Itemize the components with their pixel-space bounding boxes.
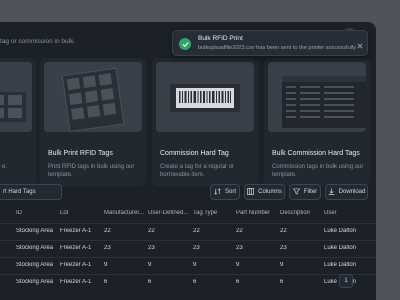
card-description: Print RFID tags in bulk using our templa… bbox=[48, 164, 135, 178]
app-window: tag or commission in bulk. e. Bulk Print… bbox=[0, 22, 376, 300]
header-lot[interactable]: Lot bbox=[60, 210, 68, 216]
cell-lot: Freezer A-1 bbox=[60, 228, 92, 234]
sort-button[interactable]: Sort bbox=[210, 184, 240, 200]
header-manufacturer[interactable]: Manufacturer... bbox=[104, 210, 144, 216]
cell-user-defined: 23 bbox=[148, 245, 155, 251]
cell-description: 23 bbox=[280, 245, 287, 251]
cell-tag-type: 22 bbox=[193, 228, 200, 234]
header-id[interactable]: ID bbox=[16, 210, 22, 216]
action-card-0[interactable]: e. bbox=[0, 58, 36, 186]
cell-manufacturer: 6 bbox=[104, 279, 108, 285]
sort-label: Sort bbox=[225, 189, 237, 195]
cell-id: Stocking Area bbox=[16, 279, 54, 285]
header-tag-type[interactable]: Tag Type bbox=[193, 210, 217, 216]
cell-tag-type: 6 bbox=[193, 279, 197, 285]
card-thumbnail bbox=[268, 62, 366, 132]
cell-id: Stocking Area bbox=[16, 245, 54, 251]
cell-part-number: 23 bbox=[236, 245, 243, 251]
sort-icon bbox=[214, 187, 221, 197]
toast-message: bulkuploadfile2023.csv has been sent to … bbox=[198, 45, 356, 51]
filter-label: Filter bbox=[303, 189, 318, 195]
cell-lot: Freezer A-1 bbox=[60, 279, 92, 285]
cell-user: Luke Dalton bbox=[324, 228, 357, 234]
cell-user: Luke Dalton bbox=[324, 245, 357, 251]
page-subtitle: tag or commission in bulk. bbox=[0, 38, 76, 45]
header-description[interactable]: Description bbox=[280, 210, 310, 216]
cell-user: Luke Dalton bbox=[324, 262, 357, 268]
cell-part-number: 6 bbox=[236, 279, 240, 285]
import-hard-tags-label: rt Hard Tags bbox=[3, 189, 36, 195]
card-thumbnail bbox=[44, 62, 142, 132]
download-icon bbox=[328, 187, 335, 197]
card-title: Bulk Commission Hard Tags bbox=[272, 150, 360, 157]
pagination-current-page[interactable]: 1 bbox=[339, 274, 353, 288]
cell-tag-type: 9 bbox=[193, 262, 197, 268]
cell-user-defined: 9 bbox=[148, 262, 152, 268]
cell-tag-type: 23 bbox=[193, 245, 200, 251]
check-circle-icon bbox=[179, 38, 191, 50]
table-header-row: ID Lot Manufacturer... User-Defined... T… bbox=[0, 206, 376, 223]
action-card-bulk-print-rfid[interactable]: Bulk Print RFID Tags Print RFID tags in … bbox=[40, 58, 146, 186]
columns-label: Columns bbox=[258, 189, 282, 195]
table-row[interactable]: Stocking Area Freezer A-1 23 23 23 23 23… bbox=[0, 240, 376, 257]
cell-part-number: 9 bbox=[236, 262, 240, 268]
cell-description: 6 bbox=[280, 279, 284, 285]
download-button[interactable]: Download bbox=[325, 184, 368, 200]
cell-user-defined: 22 bbox=[148, 228, 155, 234]
close-icon[interactable] bbox=[357, 36, 363, 49]
card-thumbnail bbox=[156, 62, 254, 132]
action-card-commission-hard-tag[interactable]: Commission Hard Tag Create a tag for a r… bbox=[152, 58, 258, 186]
cell-manufacturer: 9 bbox=[104, 262, 108, 268]
cell-user-defined: 6 bbox=[148, 279, 152, 285]
header-user[interactable]: User bbox=[324, 210, 337, 216]
columns-icon bbox=[247, 187, 255, 197]
card-title: Commission Hard Tag bbox=[160, 150, 229, 157]
cell-lot: Freezer A-1 bbox=[60, 245, 92, 251]
cell-description: 22 bbox=[280, 228, 287, 234]
columns-button[interactable]: Columns bbox=[244, 184, 285, 200]
card-description: Commission tags in bulk using our templa… bbox=[272, 164, 364, 178]
cell-id: Stocking Area bbox=[16, 262, 54, 268]
card-thumbnail bbox=[0, 62, 32, 132]
header-part-number[interactable]: Part Number bbox=[236, 210, 270, 216]
cell-manufacturer: 23 bbox=[104, 245, 111, 251]
import-hard-tags-button[interactable]: rt Hard Tags bbox=[0, 184, 62, 200]
cell-description: 9 bbox=[280, 262, 284, 268]
cell-manufacturer: 22 bbox=[104, 228, 111, 234]
table-row[interactable]: Stocking Area Freezer A-1 22 22 22 22 22… bbox=[0, 223, 376, 240]
filter-icon bbox=[292, 188, 301, 197]
download-label: Download bbox=[338, 189, 366, 195]
table-row[interactable]: Stocking Area Freezer A-1 6 6 6 6 6 Luke… bbox=[0, 274, 376, 291]
action-card-bulk-commission[interactable]: Bulk Commission Hard Tags Commission tag… bbox=[264, 58, 370, 186]
cell-part-number: 22 bbox=[236, 228, 243, 234]
cell-id: Stocking Area bbox=[16, 228, 54, 234]
header-user-defined[interactable]: User-Defined... bbox=[148, 210, 190, 216]
card-title: Bulk Print RFID Tags bbox=[48, 150, 113, 157]
toast-notification: Bulk RFID Print bulkuploadfile2023.csv h… bbox=[172, 30, 368, 56]
toast-title: Bulk RFID Print bbox=[198, 35, 243, 42]
card-description: Create a tag for a regular or borrowable… bbox=[160, 164, 235, 178]
table-row[interactable]: Stocking Area Freezer A-1 9 9 9 9 9 Luke… bbox=[0, 257, 376, 274]
filter-button[interactable]: Filter bbox=[289, 184, 321, 200]
cell-lot: Freezer A-1 bbox=[60, 262, 92, 268]
